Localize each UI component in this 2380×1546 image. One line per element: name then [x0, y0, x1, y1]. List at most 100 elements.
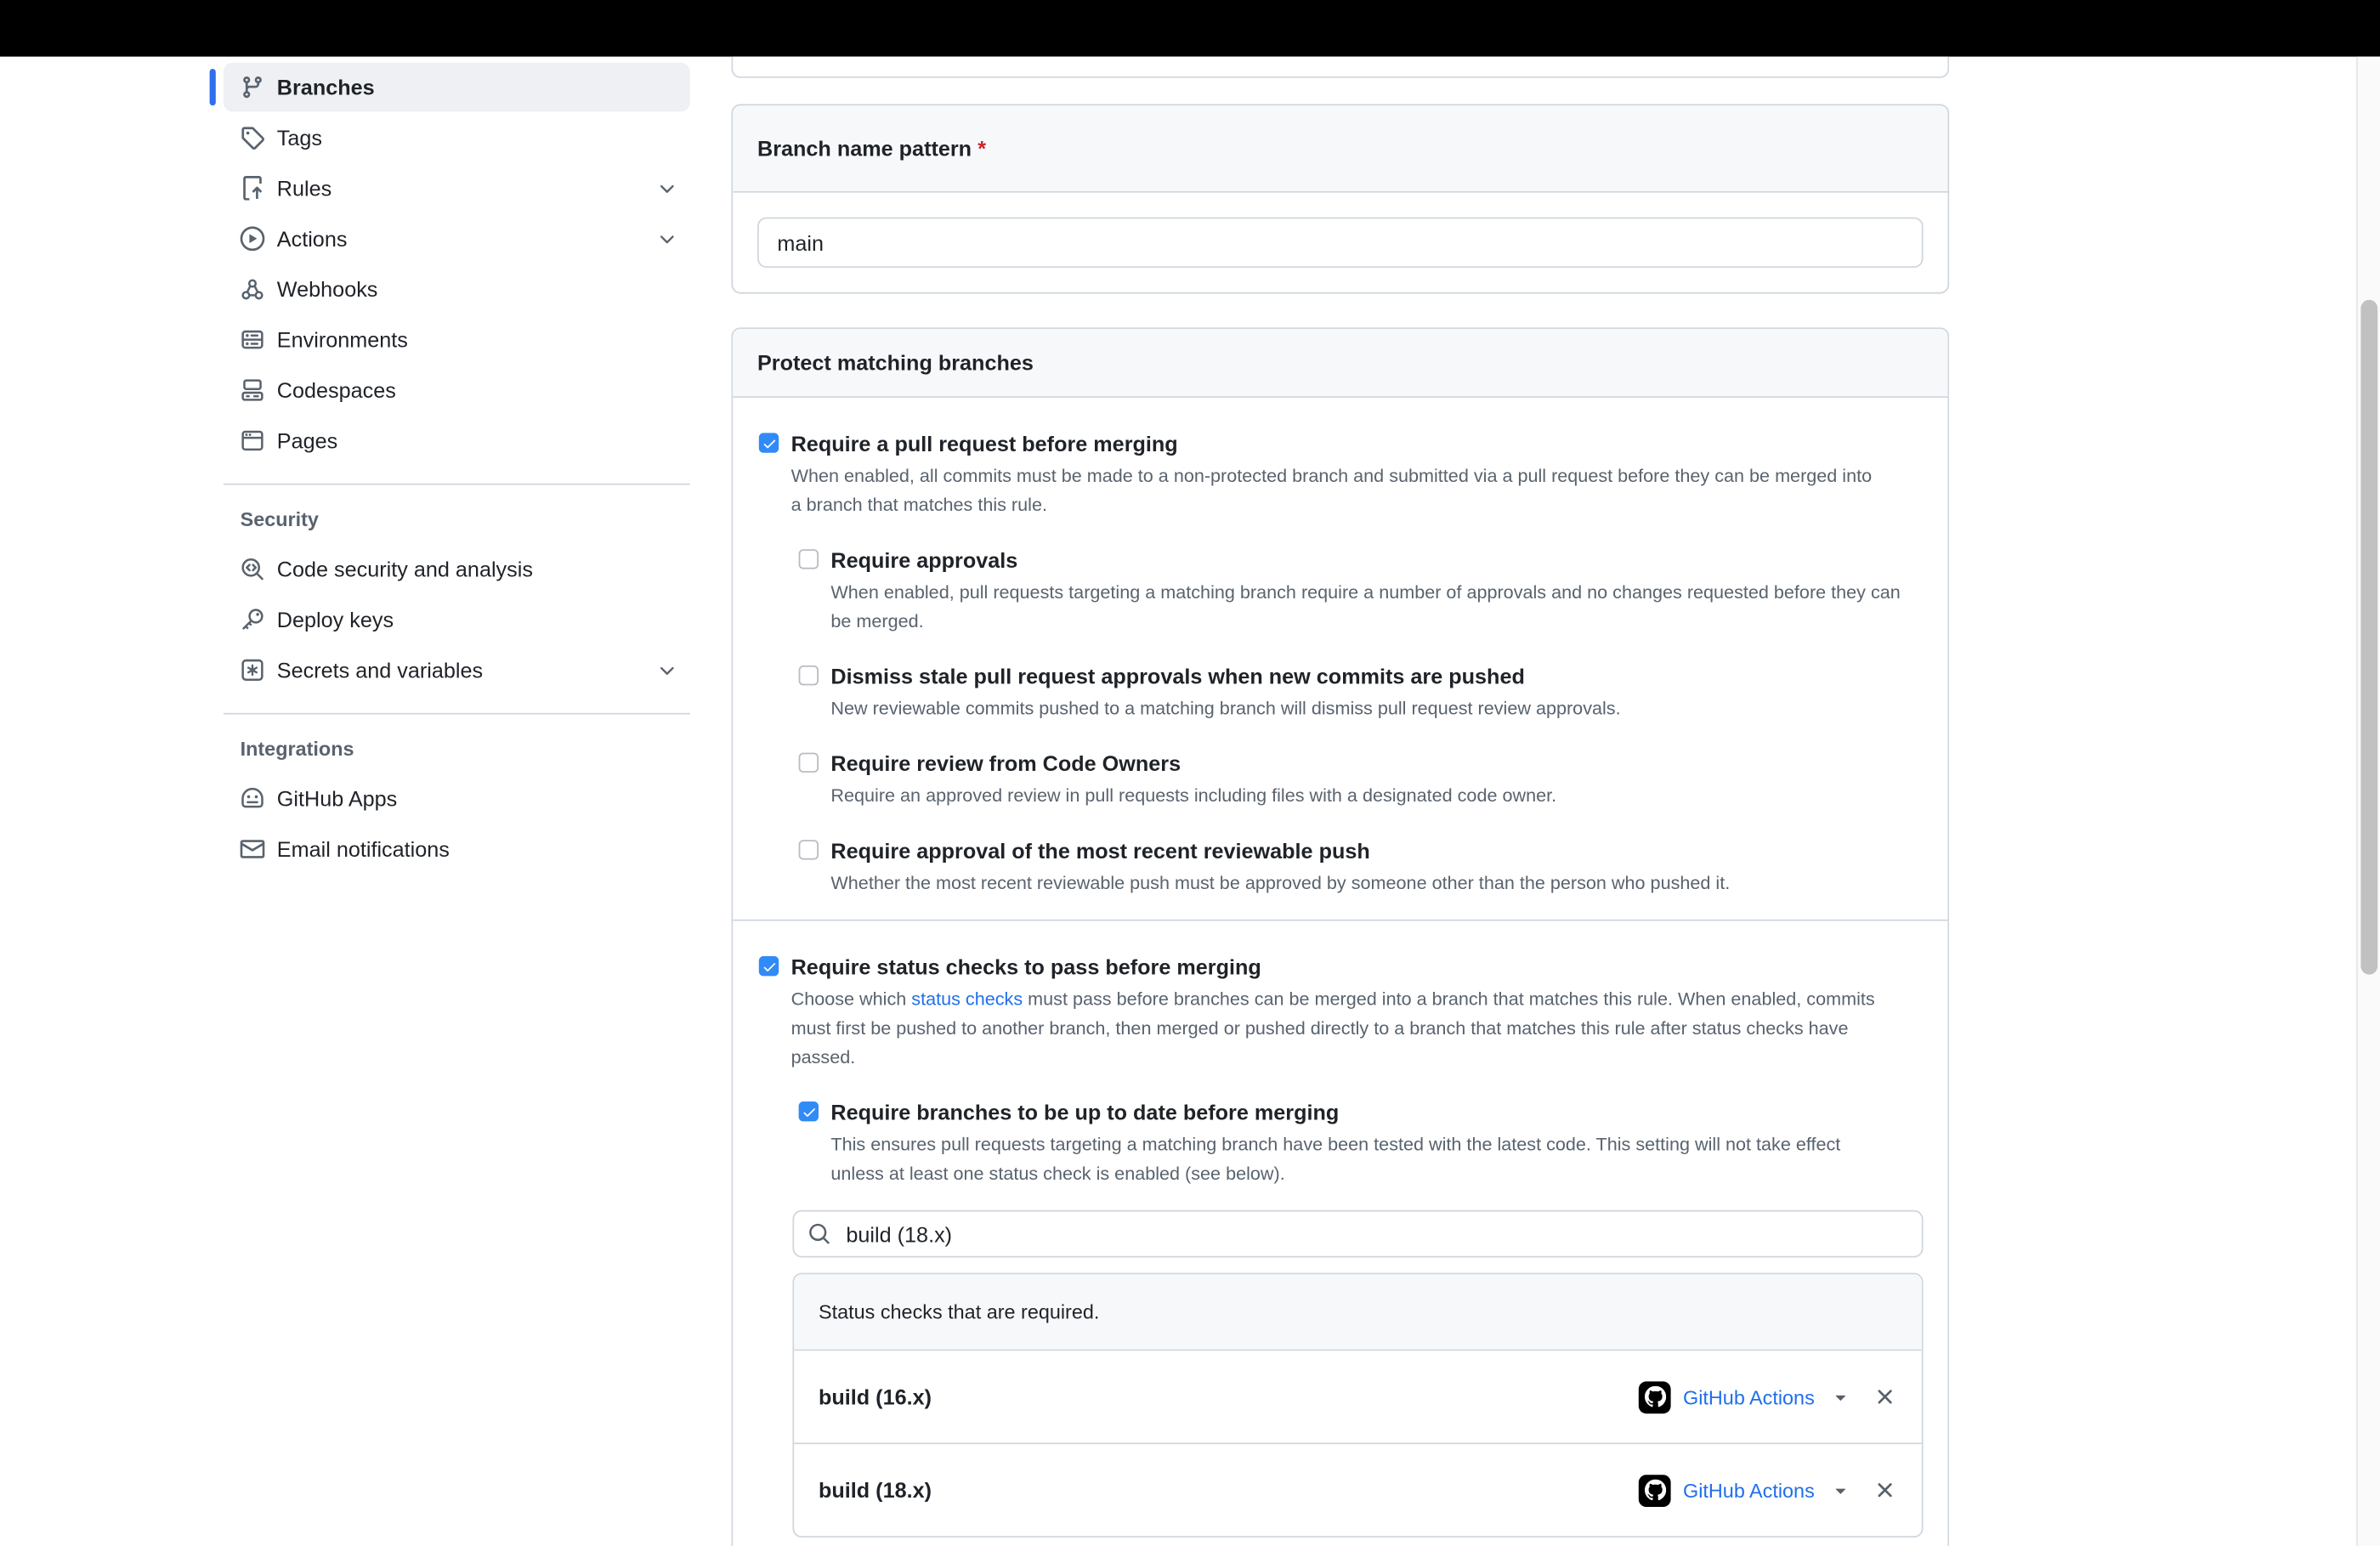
sidebar-item-label: Tags: [277, 126, 322, 150]
code-owners-checkbox[interactable]: [799, 753, 819, 773]
github-actions-link[interactable]: GitHub Actions: [1683, 1385, 1815, 1408]
sidebar-item-rules[interactable]: Rules: [224, 164, 690, 213]
sidebar-item-branches[interactable]: Branches: [224, 63, 690, 112]
sidebar-item-environments[interactable]: Environments: [224, 315, 690, 365]
settings-sidebar: Branches Tags Rules Actions: [210, 63, 690, 875]
remove-status-check-icon[interactable]: [1873, 1478, 1897, 1503]
status-check-row: build (18.x) GitHub Actions: [794, 1442, 1922, 1536]
sidebar-item-label: Pages: [277, 428, 337, 453]
chevron-down-icon[interactable]: [656, 178, 677, 199]
github-actions-link[interactable]: GitHub Actions: [1683, 1479, 1815, 1502]
up-to-date-item: Require branches to be up to date before…: [799, 1097, 1924, 1189]
require-approvals-checkbox[interactable]: [799, 549, 819, 569]
key-icon: [241, 608, 265, 632]
sidebar-item-actions[interactable]: Actions: [224, 214, 690, 263]
require-status-checks-desc: Choose which status checks must pass bef…: [791, 985, 1905, 1073]
status-check-search-input[interactable]: [792, 1210, 1923, 1258]
chevron-down-icon[interactable]: [656, 660, 677, 681]
require-status-checks-label[interactable]: Require status checks to pass before mer…: [791, 952, 1261, 983]
sidebar-item-label: Environments: [277, 327, 408, 352]
sidebar-item-label: Actions: [277, 226, 348, 251]
codespaces-icon: [241, 378, 265, 403]
branch-name-pattern-input[interactable]: [757, 218, 1924, 268]
require-status-checks-item: Require status checks to pass before mer…: [759, 952, 1924, 983]
server-icon: [241, 327, 265, 352]
dismiss-stale-item: Dismiss stale pull request approvals whe…: [799, 661, 1924, 724]
rules-icon: [241, 176, 265, 201]
up-to-date-desc: This ensures pull requests targeting a m…: [830, 1130, 1890, 1188]
require-pull-request-desc: When enabled, all commits must be made t…: [791, 462, 1878, 520]
sidebar-item-codespaces[interactable]: Codespaces: [224, 365, 690, 415]
sidebar-item-deploy-keys[interactable]: Deploy keys: [224, 595, 690, 644]
sidebar-item-label: Deploy keys: [277, 608, 394, 632]
sidebar-item-label: Webhooks: [277, 277, 378, 302]
sidebar-item-label: Rules: [277, 176, 332, 201]
search-icon: [808, 1222, 830, 1245]
require-status-checks-checkbox[interactable]: [759, 956, 779, 976]
page: Branches Tags Rules Actions: [0, 0, 2380, 1546]
webhooks-icon: [241, 277, 265, 302]
protect-matching-branches-card: Protect matching branches Require a pull…: [731, 327, 1949, 1546]
status-checks-link[interactable]: status checks: [911, 988, 1023, 1010]
sidebar-item-label: Branches: [277, 75, 375, 99]
status-check-name: build (16.x): [819, 1385, 932, 1409]
tag-icon: [241, 126, 265, 150]
sidebar-divider: [224, 713, 690, 715]
sidebar-item-webhooks[interactable]: Webhooks: [224, 264, 690, 314]
status-check-row: build (16.x) GitHub Actions: [794, 1351, 1922, 1442]
play-icon: [241, 226, 265, 251]
protect-matching-branches-header: Protect matching branches: [733, 329, 1947, 398]
branch-name-pattern-card: Branch name pattern*: [731, 104, 1949, 293]
required-status-checks-header: Status checks that are required.: [794, 1274, 1922, 1351]
status-checks-rule-row: Require status checks to pass before mer…: [733, 920, 1947, 1546]
branch-protection-settings: Branch name pattern* Protect matching br…: [731, 57, 1949, 1546]
required-asterisk: *: [978, 136, 986, 161]
dismiss-stale-desc: New reviewable commits pushed to a match…: [830, 694, 1923, 723]
code-owners-item: Require review from Code Owners Require …: [799, 748, 1924, 811]
sidebar-item-label: Codespaces: [277, 378, 396, 403]
hubot-icon: [241, 786, 265, 811]
scrollbar-thumb[interactable]: [2360, 300, 2377, 975]
clipped-card-bottom: [731, 57, 1949, 78]
sidebar-item-code-security[interactable]: Code security and analysis: [224, 545, 690, 594]
sidebar-item-github-apps[interactable]: GitHub Apps: [224, 774, 690, 824]
mail-icon: [241, 837, 265, 862]
dismiss-stale-label[interactable]: Dismiss stale pull request approvals whe…: [830, 661, 1524, 692]
sidebar-item-tags[interactable]: Tags: [224, 113, 690, 162]
require-pull-request-item: Require a pull request before merging: [759, 428, 1924, 459]
sidebar-item-email-notifications[interactable]: Email notifications: [224, 824, 690, 874]
branch-name-pattern-title: Branch name pattern: [757, 136, 972, 161]
sidebar-divider: [224, 484, 690, 485]
require-pull-request-label[interactable]: Require a pull request before merging: [791, 428, 1178, 459]
recent-push-desc: Whether the most recent reviewable push …: [830, 869, 1923, 898]
code-owners-label[interactable]: Require review from Code Owners: [830, 748, 1181, 779]
sidebar-item-label: GitHub Apps: [277, 786, 397, 811]
up-to-date-label[interactable]: Require branches to be up to date before…: [830, 1097, 1339, 1128]
require-pull-request-checkbox[interactable]: [759, 433, 779, 452]
recent-push-checkbox[interactable]: [799, 840, 819, 859]
recent-push-item: Require approval of the most recent revi…: [799, 835, 1924, 898]
require-approvals-label[interactable]: Require approvals: [830, 545, 1017, 575]
github-mark-icon: [1639, 1474, 1671, 1506]
remove-status-check-icon[interactable]: [1873, 1385, 1897, 1409]
require-approvals-desc: When enabled, pull requests targeting a …: [830, 578, 1923, 636]
sidebar-item-label: Code security and analysis: [277, 557, 533, 581]
chevron-down-icon[interactable]: [656, 228, 677, 249]
github-mark-icon: [1639, 1381, 1671, 1413]
triangle-down-icon[interactable]: [1830, 1480, 1851, 1501]
codescan-icon: [241, 557, 265, 581]
required-status-checks-panel: Status checks that are required. build (…: [792, 1273, 1923, 1538]
up-to-date-checkbox[interactable]: [799, 1101, 819, 1121]
triangle-down-icon[interactable]: [1830, 1386, 1851, 1407]
sidebar-item-secrets-variables[interactable]: Secrets and variables: [224, 646, 690, 695]
branch-name-pattern-header: Branch name pattern*: [733, 105, 1947, 193]
pull-request-rule-row: Require a pull request before merging Wh…: [733, 398, 1947, 920]
code-owners-desc: Require an approved review in pull reque…: [830, 782, 1923, 811]
sidebar-item-label: Secrets and variables: [277, 658, 483, 682]
recent-push-label[interactable]: Require approval of the most recent revi…: [830, 835, 1369, 866]
browser-icon: [241, 428, 265, 453]
scrollbar-track[interactable]: [2356, 57, 2380, 1546]
sidebar-item-pages[interactable]: Pages: [224, 416, 690, 466]
dismiss-stale-checkbox[interactable]: [799, 665, 819, 685]
sidebar-item-label: Email notifications: [277, 837, 450, 862]
